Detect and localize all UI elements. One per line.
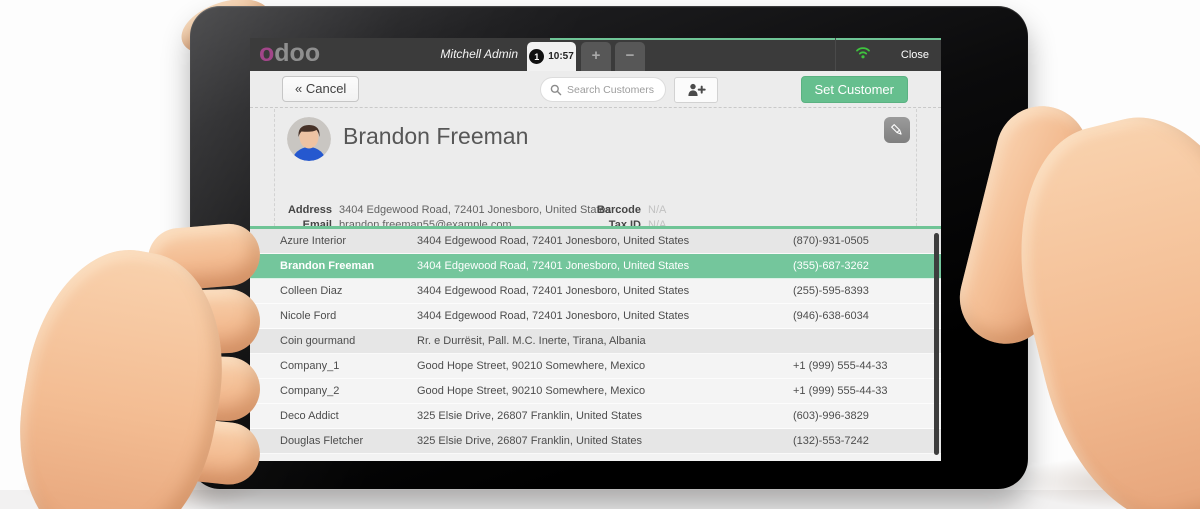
order-count-badge: 1 <box>529 49 545 64</box>
remove-order-button[interactable]: − <box>615 42 645 71</box>
list-scrollbar[interactable] <box>934 233 939 455</box>
customer-toolbar: « Cancel Set Customer <box>250 71 941 108</box>
topbar-status-area: Close <box>835 38 941 71</box>
table-row[interactable]: Deco Addict 325 Elsie Drive, 26807 Frankl… <box>250 404 941 429</box>
table-row[interactable]: Nicole Ford 3404 Edgewood Road, 72401 Jon… <box>250 304 941 329</box>
logged-in-user: Mitchell Admin <box>440 47 518 61</box>
customer-name-cell: Azure Interior <box>280 235 347 247</box>
cancel-button[interactable]: « Cancel <box>282 76 360 102</box>
field-label: Barcode <box>596 204 641 216</box>
customer-address-cell: Good Hope Street, 90210 Somewhere, Mexic… <box>417 385 646 397</box>
field-label: Address <box>287 204 332 216</box>
customer-address-cell: 3404 Edgewood Road, 72401 Jonesboro, Uni… <box>417 310 690 322</box>
set-customer-button[interactable]: Set Customer <box>800 76 908 103</box>
add-order-button[interactable]: + <box>581 42 611 71</box>
table-row[interactable]: Brandon Freeman 3404 Edgewood Road, 72401… <box>250 254 941 279</box>
search-customers-box[interactable] <box>540 77 666 102</box>
customer-phone-cell: (603)-996-3829 <box>793 410 869 422</box>
customer-list: Azure Interior 3404 Edgewood Road, 72401 … <box>250 229 941 461</box>
edit-pencil-icon <box>891 124 902 135</box>
add-customer-button[interactable] <box>674 77 718 103</box>
search-icon <box>550 84 562 95</box>
add-person-icon <box>687 83 706 96</box>
customer-name-cell: Douglas Fletcher <box>280 435 364 447</box>
customer-field-row: Barcode N/A <box>571 203 666 218</box>
close-button[interactable]: Close <box>901 49 929 61</box>
edit-customer-button[interactable] <box>884 117 910 143</box>
customer-avatar <box>287 117 331 161</box>
customer-name-cell: Company_1 <box>280 360 340 372</box>
customer-address-cell: 325 Elsie Drive, 26807 Franklin, United … <box>417 410 643 422</box>
customer-name-cell: Brandon Freeman <box>280 260 375 272</box>
pos-topbar: odoo Mitchell Admin 1 10:57 + − Close <box>250 38 941 71</box>
wifi-icon <box>854 45 872 64</box>
customer-phone-cell: +1 (999) 555-44-33 <box>793 360 888 372</box>
customer-phone-cell: (255)-595-8393 <box>793 285 869 297</box>
customer-phone-cell: (870)-931-0505 <box>793 235 869 247</box>
customer-name: Brandon Freeman <box>343 123 529 149</box>
customer-name-cell: Deco Addict <box>280 410 339 422</box>
tablet-frame: odoo Mitchell Admin 1 10:57 + − Close « … <box>190 6 1028 489</box>
customer-phone-cell: (132)-553-7242 <box>793 435 869 447</box>
customer-phone-cell: (355)-687-3262 <box>793 260 869 272</box>
order-tab[interactable]: 1 10:57 <box>527 42 576 71</box>
table-row[interactable]: Azure Interior 3404 Edgewood Road, 72401 … <box>250 229 941 254</box>
client-details-inner: Brandon Freeman Address 3404 Edgewood Roa… <box>274 109 917 246</box>
customer-address-cell: 3404 Edgewood Road, 72401 Jonesboro, Uni… <box>417 260 690 272</box>
customer-name-cell: Nicole Ford <box>280 310 337 322</box>
order-timer: 10:57 <box>548 51 574 62</box>
customer-address-cell: Good Hope Street, 90210 Somewhere, Mexic… <box>417 360 646 372</box>
customer-name-cell: Colleen Diaz <box>280 285 343 297</box>
customer-phone-cell: +1 (999) 555-44-33 <box>793 385 888 397</box>
search-customers-input[interactable] <box>567 83 665 96</box>
table-row[interactable]: Colleen Diaz 3404 Edgewood Road, 72401 Jo… <box>250 279 941 304</box>
customer-phone-cell: (946)-638-6034 <box>793 310 869 322</box>
table-row[interactable]: Coin gourmand Rr. e Durrësit, Pall. M.C. … <box>250 329 941 354</box>
scene: odoo Mitchell Admin 1 10:57 + − Close « … <box>0 0 1200 509</box>
table-row[interactable]: Douglas Fletcher 325 Elsie Drive, 26807 F… <box>250 429 941 454</box>
customer-name-cell: Coin gourmand <box>280 335 356 347</box>
field-value: N/A <box>648 204 667 216</box>
table-row[interactable]: Company_1 Good Hope Street, 90210 Somewhe… <box>250 354 941 379</box>
customer-address-cell: 325 Elsie Drive, 26807 Franklin, United … <box>417 435 643 447</box>
customer-address-cell: Rr. e Durrësit, Pall. M.C. Inerte, Tiran… <box>417 335 646 347</box>
table-row[interactable]: Company_2 Good Hope Street, 90210 Somewhe… <box>250 379 941 404</box>
customer-address-cell: 3404 Edgewood Road, 72401 Jonesboro, Uni… <box>417 285 690 297</box>
pos-screen: odoo Mitchell Admin 1 10:57 + − Close « … <box>250 38 941 461</box>
customer-address-cell: 3404 Edgewood Road, 72401 Jonesboro, Uni… <box>417 235 690 247</box>
customer-name-cell: Company_2 <box>280 385 340 397</box>
customer-field-row: Address 3404 Edgewood Road, 72401 Jonesbo… <box>275 203 611 218</box>
client-details-panel: Brandon Freeman Address 3404 Edgewood Roa… <box>250 109 941 246</box>
